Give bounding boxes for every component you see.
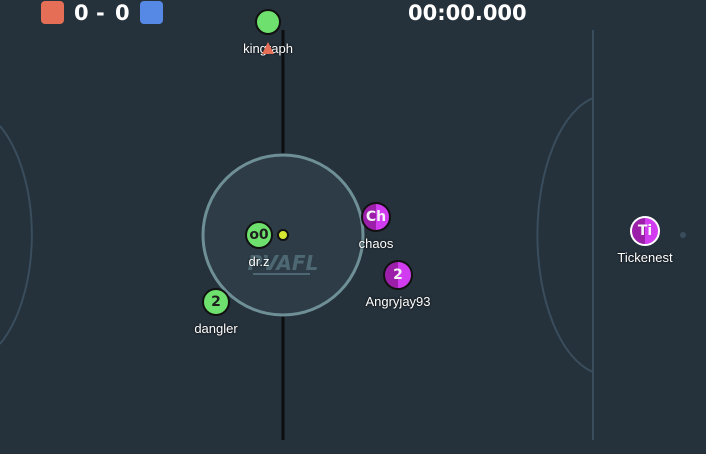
player-name: dangler: [194, 321, 238, 336]
player-avatar: Ch: [361, 202, 391, 232]
left-goal-arc: [0, 125, 33, 345]
player-avatar: o0: [245, 221, 273, 249]
right-goal-arc: [536, 97, 594, 373]
match-timer: 00:00.000: [408, 1, 527, 25]
red-team-color-box: [41, 1, 64, 24]
player-name: Angryjay93: [365, 294, 431, 309]
player-name: chaos: [358, 236, 394, 251]
player-avatar: 2: [383, 260, 413, 290]
player-name: Tickenest: [617, 250, 673, 265]
score-separator: -: [96, 1, 105, 25]
red-score: 0: [74, 1, 89, 25]
player-avatar: [255, 9, 281, 35]
pitch: PVAFL: [0, 30, 686, 440]
player-name: dr.z: [248, 254, 270, 269]
kingraph-marker-icon: [262, 42, 274, 54]
player-avatar: 2: [202, 288, 230, 316]
ball: [277, 229, 289, 241]
blue-team-color-box: [140, 1, 163, 24]
blue-score: 0: [115, 1, 130, 25]
right-post-marker: [680, 232, 686, 238]
player-avatar: Ti: [630, 216, 660, 246]
